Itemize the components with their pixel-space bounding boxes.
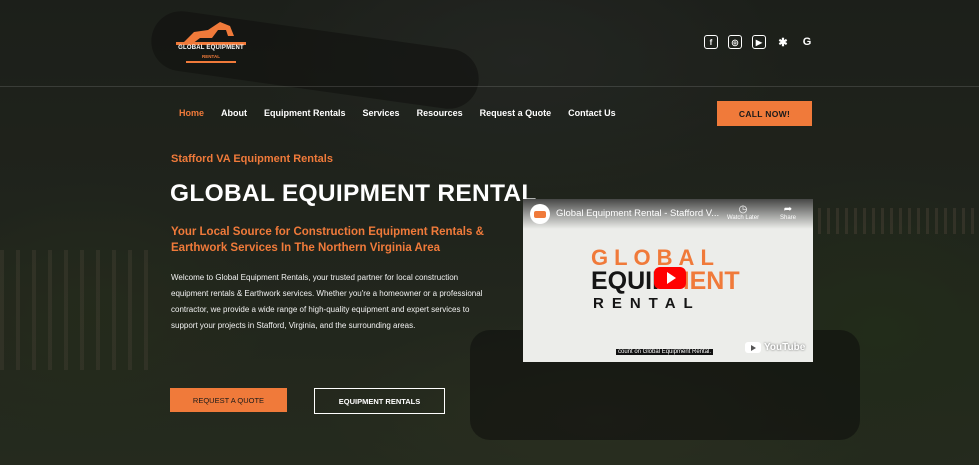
nav-item-contact-us[interactable]: Contact Us (568, 108, 616, 118)
nav-item-home[interactable]: Home (179, 108, 204, 118)
nav-item-resources[interactable]: Resources (417, 108, 463, 118)
share-arrow-icon: ➦ (783, 204, 793, 215)
youtube-icon[interactable]: ▶ (752, 35, 766, 49)
nav-item-services[interactable]: Services (363, 108, 400, 118)
youtube-logo-icon (745, 342, 761, 353)
youtube-brand-label: YouTube (764, 342, 806, 353)
yelp-icon[interactable]: ✱ (776, 35, 790, 49)
hero-description: Welcome to Global Equipment Rentals, you… (171, 273, 483, 330)
call-now-button[interactable]: CALL NOW! (717, 101, 812, 126)
nav-item-about[interactable]: About (221, 108, 247, 118)
share-label: Share (779, 215, 796, 221)
logo-text: GLOBAL EQUIPMENT (178, 45, 244, 51)
logo-subtext: RENTAL (202, 54, 220, 59)
youtube-brand[interactable]: YouTube (745, 342, 805, 353)
equipment-rentals-button[interactable]: EQUIPMENT RENTALS (314, 388, 445, 414)
video-caption: count on Global Equipment Rental. (616, 349, 714, 355)
video-logo-rental: RENTAL (593, 295, 701, 312)
site-logo[interactable]: GLOBAL EQUIPMENT RENTAL (172, 18, 250, 64)
watch-later-button[interactable]: ◷ Watch Later (723, 204, 763, 221)
google-icon[interactable]: G (800, 35, 814, 49)
video-title[interactable]: Global Equipment Rental - Stafford V... (556, 208, 719, 219)
main-nav: Home About Equipment Rentals Services Re… (179, 108, 633, 118)
request-quote-button[interactable]: REQUEST A QUOTE (170, 388, 287, 412)
nav-item-request-quote[interactable]: Request a Quote (480, 108, 552, 118)
page-title: GLOBAL EQUIPMENT RENTAL (170, 180, 537, 207)
social-links: f ◎ ▶ ✱ G (704, 35, 814, 49)
share-button[interactable]: ➦ Share (768, 204, 808, 221)
clock-icon: ◷ (738, 204, 748, 215)
header-divider (0, 86, 979, 87)
watch-later-label: Watch Later (726, 215, 760, 221)
play-button-icon[interactable] (654, 267, 686, 289)
hero-subtitle: Your Local Source for Construction Equip… (171, 226, 484, 254)
channel-avatar[interactable] (530, 204, 550, 224)
instagram-icon[interactable]: ◎ (728, 35, 742, 49)
youtube-video-embed[interactable]: GLOBAL EQUIPMENT RENTAL Global Equipment… (523, 199, 813, 362)
hero-kicker: Stafford VA Equipment Rentals (171, 153, 333, 165)
nav-item-equipment-rentals[interactable]: Equipment Rentals (264, 108, 346, 118)
facebook-icon[interactable]: f (704, 35, 718, 49)
